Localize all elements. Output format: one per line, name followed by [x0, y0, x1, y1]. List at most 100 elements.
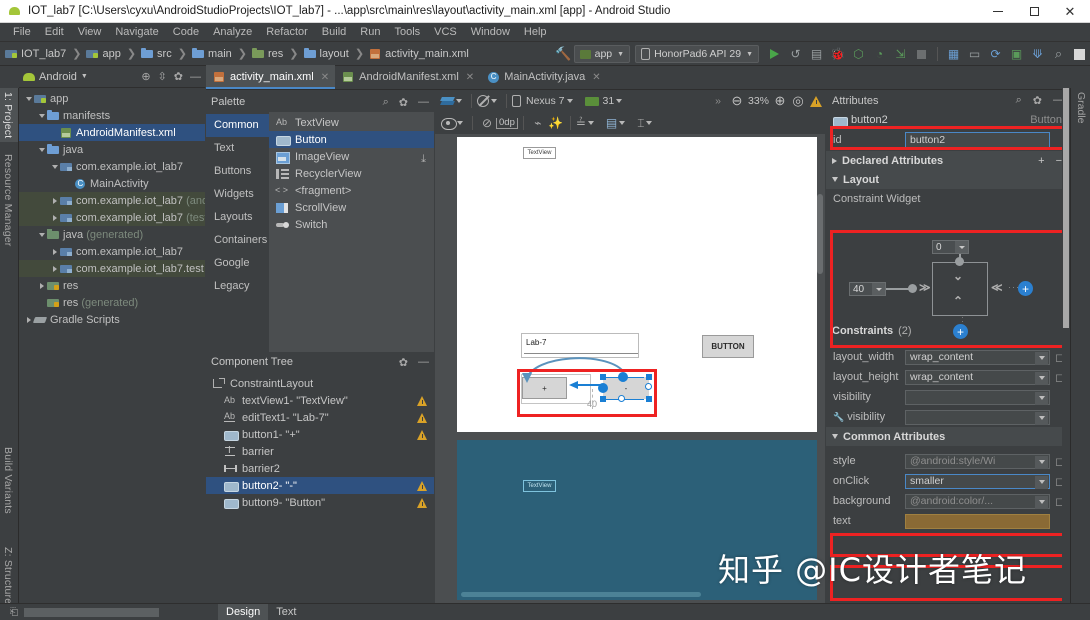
- resize-handle-tr[interactable]: [646, 374, 652, 380]
- palette-category-layouts[interactable]: Layouts: [206, 206, 269, 229]
- tree-node-package-test[interactable]: com.example.iot_lab7 (test): [19, 209, 205, 226]
- blueprint-textview[interactable]: TextView: [523, 480, 556, 492]
- menu-file[interactable]: File: [6, 24, 38, 41]
- orientation-selector[interactable]: [477, 95, 497, 107]
- menu-help[interactable]: Help: [517, 24, 554, 41]
- expand-arrow-closed[interactable]: [49, 248, 60, 255]
- add-attribute-button[interactable]: +: [1038, 155, 1044, 167]
- align-selector[interactable]: ▤: [606, 116, 626, 130]
- autoconnect-icon[interactable]: ⌁: [529, 114, 547, 132]
- device-file-explorer-icon[interactable]: ⇲: [891, 44, 910, 64]
- device-selector[interactable]: HonorPad6 API 29 ▼: [635, 45, 759, 63]
- baseline-selector[interactable]: ⌶: [637, 116, 653, 131]
- tree-node-res[interactable]: res: [19, 277, 205, 294]
- palette-item-imageview[interactable]: ImageView: [269, 148, 434, 165]
- section-common-attributes[interactable]: Common Attributes: [826, 427, 1070, 446]
- minimize-button[interactable]: [980, 0, 1016, 23]
- text-input[interactable]: [905, 513, 1050, 529]
- device-preview-selector[interactable]: Nexus 7: [512, 95, 573, 107]
- add-right-constraint-button[interactable]: +: [1018, 281, 1033, 296]
- add-bottom-constraint-button[interactable]: +: [953, 324, 968, 339]
- constraint-widget[interactable]: 0 40 ≫ ≪ ⌄ ⌃ ··· + ··· +: [836, 236, 1060, 344]
- menu-run[interactable]: Run: [353, 24, 387, 41]
- design-mode-selector[interactable]: [441, 95, 462, 107]
- close-icon[interactable]: ✕: [321, 72, 329, 83]
- gear-icon[interactable]: ✿: [399, 96, 408, 109]
- chevron-down-icon[interactable]: [872, 283, 885, 295]
- visibility-dropdown[interactable]: [905, 389, 1050, 405]
- chevron-down-icon[interactable]: [1035, 371, 1048, 385]
- tool-tab-gradle[interactable]: Gradle: [1075, 92, 1087, 124]
- component-tree-body[interactable]: ConstraintLayout textView1- "TextView" e…: [206, 372, 434, 604]
- gear-icon[interactable]: ✿: [399, 356, 408, 369]
- tree-node-androidmanifest[interactable]: AndroidManifest.xml: [19, 124, 205, 141]
- expand-arrow-open[interactable]: [23, 96, 34, 101]
- chevron-down-icon[interactable]: [955, 241, 968, 253]
- chevron-down-icon[interactable]: [1035, 391, 1048, 405]
- palette-item-fragment[interactable]: <fragment>: [269, 182, 434, 199]
- tree-node-mainactivity[interactable]: MainActivity: [19, 175, 205, 192]
- palette-category-widgets[interactable]: Widgets: [206, 183, 269, 206]
- avd-icon[interactable]: ▣: [1007, 44, 1026, 64]
- palette-item-recyclerview[interactable]: RecyclerView: [269, 165, 434, 182]
- tree-node-res-generated[interactable]: res (generated): [19, 294, 205, 311]
- palette-category-containers[interactable]: Containers: [206, 229, 269, 252]
- palette-item-scrollview[interactable]: ScrollView: [269, 199, 434, 216]
- tree-node-java-generated[interactable]: java (generated): [19, 226, 205, 243]
- hide-icon[interactable]: —: [190, 71, 201, 83]
- component-row-textview1[interactable]: textView1- "TextView": [206, 392, 434, 409]
- tree-node-package-main[interactable]: com.example.iot_lab7: [19, 158, 205, 175]
- breadcrumb-item-src[interactable]: src: [140, 42, 173, 66]
- component-row-barrier[interactable]: barrier: [206, 443, 434, 460]
- view-options-selector[interactable]: [441, 118, 463, 130]
- palette-category-google[interactable]: Google: [206, 252, 269, 275]
- breadcrumb-item-project[interactable]: IOT_lab7: [4, 42, 67, 66]
- expand-arrow-open[interactable]: [36, 232, 47, 237]
- tools-visibility-dropdown[interactable]: [905, 409, 1050, 425]
- background-dropdown[interactable]: @android:color/...: [905, 493, 1050, 509]
- magic-wand-icon[interactable]: ✨: [547, 114, 565, 132]
- menu-code[interactable]: Code: [166, 24, 206, 41]
- sdk-manager-icon[interactable]: ▦: [944, 44, 963, 64]
- breadcrumb-item-main[interactable]: main: [191, 42, 233, 66]
- constraint-anchor-bottom[interactable]: [618, 395, 625, 402]
- debug-icon[interactable]: 🐞: [828, 44, 847, 64]
- chevron-down-double-icon[interactable]: ⌄: [953, 269, 963, 283]
- collapse-icon[interactable]: ⇳: [158, 70, 167, 83]
- expand-arrow-closed[interactable]: [49, 265, 60, 272]
- layout-height-dropdown[interactable]: wrap_content: [905, 369, 1050, 385]
- editor-tab-manifest[interactable]: AndroidManifest.xml ✕: [335, 65, 480, 89]
- download-icon[interactable]: ⤓: [421, 153, 426, 166]
- avd-manager-icon[interactable]: ▭: [965, 44, 984, 64]
- design-canvas[interactable]: TextView Lab-7 BUTTON + - 40 TextView: [435, 134, 825, 604]
- api-level-selector[interactable]: 31: [584, 95, 623, 107]
- target-icon[interactable]: ⊕: [141, 70, 150, 83]
- expand-arrow-closed[interactable]: [49, 197, 60, 204]
- breadcrumb-item-res[interactable]: res: [251, 42, 284, 66]
- palette-category-legacy[interactable]: Legacy: [206, 275, 269, 298]
- chevron-up-double-icon[interactable]: ⌃: [953, 294, 963, 308]
- sync-gradle-icon[interactable]: ⟳: [986, 44, 1005, 64]
- tool-tab-project[interactable]: 1: Project: [0, 88, 18, 143]
- hide-icon[interactable]: —: [418, 356, 429, 369]
- menu-view[interactable]: View: [71, 24, 109, 41]
- palette-category-common[interactable]: Common: [206, 114, 269, 137]
- palette-category-text[interactable]: Text: [206, 137, 269, 160]
- clear-constraints-icon[interactable]: ⊘: [478, 114, 496, 132]
- breadcrumb-item-layout[interactable]: layout: [303, 42, 350, 66]
- breadcrumb-item-file[interactable]: activity_main.xml: [368, 42, 470, 66]
- chevron-down-icon[interactable]: [1035, 495, 1048, 509]
- device-preview-surface[interactable]: TextView Lab-7 BUTTON + - 40: [457, 137, 817, 432]
- project-view-selector[interactable]: Android: [39, 71, 77, 83]
- component-row-edittext1[interactable]: editText1- "Lab-7": [206, 409, 434, 426]
- menu-window[interactable]: Window: [464, 24, 517, 41]
- stop-icon[interactable]: [912, 44, 931, 64]
- tree-node-package-androidtest[interactable]: com.example.iot_lab7 (androidTest): [19, 192, 205, 209]
- constraint-left-margin-dropdown[interactable]: 40: [849, 282, 886, 296]
- gear-icon[interactable]: ✿: [1033, 94, 1042, 107]
- update-icon[interactable]: ⟱: [1028, 44, 1047, 64]
- constraint-top-margin-dropdown[interactable]: 0: [932, 240, 969, 254]
- maximize-button[interactable]: [1016, 0, 1052, 23]
- resize-handle-br[interactable]: [646, 396, 652, 402]
- hammer-icon[interactable]: 🔨: [554, 44, 573, 64]
